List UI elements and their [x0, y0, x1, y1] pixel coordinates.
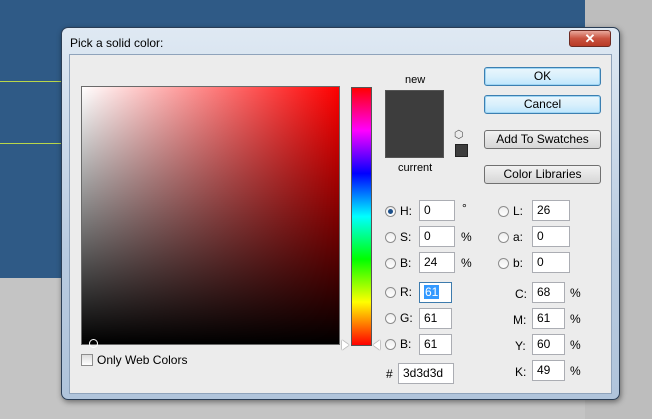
cyan-input[interactable]: 68	[532, 282, 565, 303]
guide-line	[0, 81, 70, 82]
radio-a-channel[interactable]	[498, 232, 509, 243]
color-picker-dialog: Pick a solid color: ✕ new current ⬡ OK C…	[61, 27, 620, 400]
radio-blue[interactable]	[385, 339, 396, 350]
hue-slider-right-arrow[interactable]	[373, 340, 380, 350]
current-label: current	[398, 162, 433, 174]
black-input[interactable]: 49	[532, 360, 565, 381]
hue-slider[interactable]	[351, 87, 372, 346]
lightness-input[interactable]: 26	[532, 200, 570, 221]
current-color-swatch[interactable]	[386, 124, 443, 157]
red-label: R:	[400, 285, 412, 299]
saturation-label: S:	[400, 230, 412, 244]
lightness-label: L:	[513, 204, 524, 218]
hue-label: H:	[400, 204, 412, 218]
yellow-unit: %	[570, 338, 581, 352]
cube-icon[interactable]: ⬡	[454, 129, 466, 141]
green-label: G:	[400, 311, 413, 325]
magenta-label: M:	[513, 313, 527, 327]
only-web-colors-label: Only Web Colors	[97, 353, 188, 367]
cancel-button[interactable]: Cancel	[484, 95, 601, 114]
yellow-input[interactable]: 60	[532, 334, 565, 355]
blue-input[interactable]: 61	[419, 334, 452, 355]
close-button[interactable]: ✕	[569, 30, 611, 47]
ok-button[interactable]: OK	[484, 67, 601, 86]
color-field[interactable]	[81, 86, 340, 348]
a-channel-label: a:	[513, 230, 524, 244]
color-field-marker[interactable]	[89, 339, 98, 348]
only-web-colors-checkbox[interactable]	[81, 354, 93, 366]
brightness-label: B:	[400, 256, 412, 270]
saturation-input[interactable]: 0	[419, 226, 455, 247]
cyan-label: C:	[515, 287, 527, 301]
black-label: K:	[515, 365, 527, 379]
b-channel-input[interactable]: 0	[532, 252, 570, 273]
hex-label: #	[386, 367, 393, 381]
radio-hue[interactable]	[385, 206, 396, 217]
b-channel-label: b:	[513, 256, 524, 270]
radio-lightness[interactable]	[498, 206, 509, 217]
guide-line	[0, 143, 70, 144]
hex-input[interactable]: 3d3d3d	[398, 363, 454, 384]
color-libraries-button[interactable]: Color Libraries	[484, 165, 601, 184]
brightness-unit: %	[461, 256, 472, 270]
green-input[interactable]: 61	[419, 308, 452, 329]
new-label: new	[405, 74, 426, 86]
saturation-unit: %	[461, 230, 472, 244]
dialog-title: Pick a solid color:	[70, 36, 164, 50]
brightness-input[interactable]: 24	[419, 252, 455, 273]
radio-b-channel[interactable]	[498, 258, 509, 269]
hue-slider-left-arrow[interactable]	[342, 340, 349, 350]
red-input[interactable]: 61	[419, 282, 452, 303]
red-input-value: 61	[424, 285, 440, 299]
new-color-swatch	[386, 91, 443, 124]
hue-input[interactable]: 0	[419, 200, 455, 221]
radio-brightness[interactable]	[385, 258, 396, 269]
radio-red[interactable]	[385, 287, 396, 298]
magenta-unit: %	[570, 312, 581, 326]
black-unit: %	[570, 364, 581, 378]
color-preview	[385, 90, 444, 158]
magenta-input[interactable]: 61	[532, 308, 565, 329]
radio-green[interactable]	[385, 313, 396, 324]
hue-unit: °	[462, 201, 467, 215]
web-safe-swatch-icon[interactable]	[455, 144, 468, 157]
blue-label: B:	[400, 337, 412, 351]
yellow-label: Y:	[515, 339, 526, 353]
add-to-swatches-button[interactable]: Add To Swatches	[484, 130, 601, 149]
dialog-client-area: new current ⬡ OK Cancel Add To Swatches …	[69, 54, 612, 394]
cyan-unit: %	[570, 286, 581, 300]
a-channel-input[interactable]: 0	[532, 226, 570, 247]
radio-saturation[interactable]	[385, 232, 396, 243]
